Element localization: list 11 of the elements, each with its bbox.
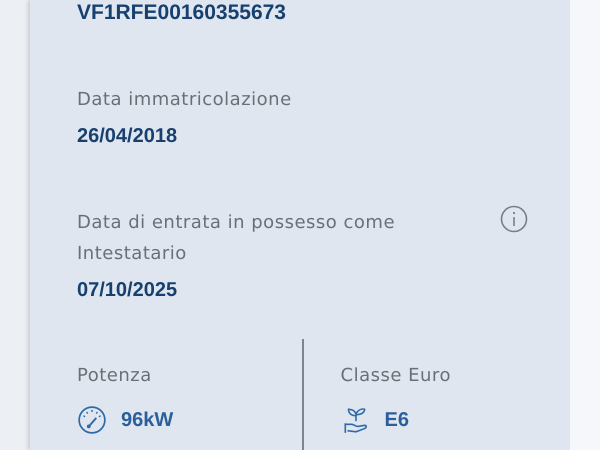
gauge-icon bbox=[77, 405, 107, 435]
field-label: Data di entrata in possesso come Intestatario bbox=[77, 211, 396, 266]
field-value: 26/04/2018 bbox=[77, 124, 178, 149]
info-icon[interactable] bbox=[500, 205, 528, 233]
spec-label: Classe Euro bbox=[340, 364, 451, 388]
field-label: Data immatricolazione bbox=[77, 88, 293, 112]
spec-value: E6 bbox=[384, 408, 409, 433]
spec-label: Potenza bbox=[77, 364, 152, 388]
field-value: 07/10/2025 bbox=[77, 278, 178, 303]
vin-value: VF1RFE00160355673 bbox=[77, 0, 286, 26]
spec-value: 96kW bbox=[121, 408, 174, 433]
